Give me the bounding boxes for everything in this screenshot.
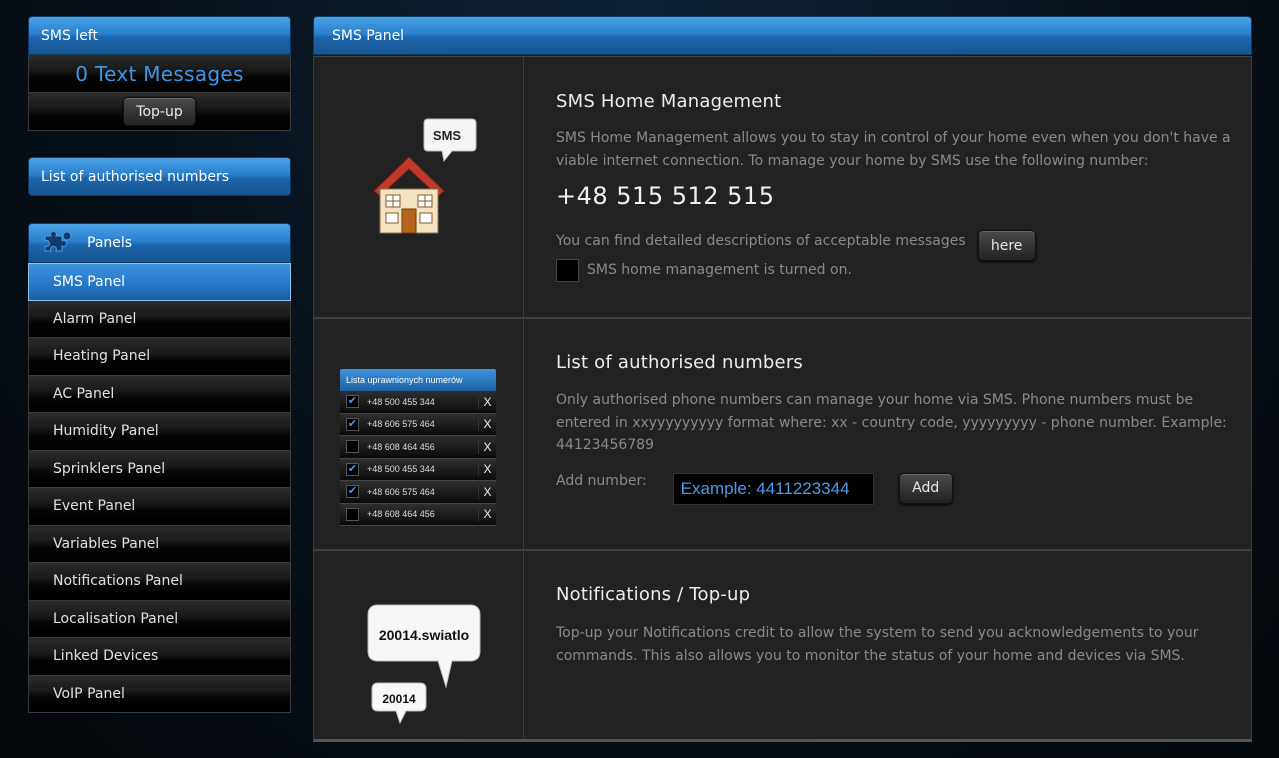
small-bubble-text: 20014: [382, 692, 416, 706]
illustration-row: ✔ +48 500 455 344 X: [340, 458, 496, 481]
illustration-row: ✔ +48 500 455 344 X: [340, 391, 496, 414]
authorised-numbers-link[interactable]: List of authorised numbers: [28, 157, 291, 196]
sms-count: 0 Text Messages: [28, 55, 291, 93]
checkmark-icon: ✔: [346, 485, 359, 499]
here-button[interactable]: here: [977, 230, 1036, 261]
authorised-numbers-section: Lista uprawnionych numerów ✔ +48 500 455 …: [313, 318, 1252, 550]
illustration-row: ✔ +48 606 575 464 X: [340, 413, 496, 436]
checkmark-icon: ✔: [346, 417, 359, 431]
details-text: You can find detailed descriptions of ac…: [556, 233, 966, 250]
house-sms-image: SMS: [314, 57, 524, 317]
nav-item-sms-panel[interactable]: SMS Panel: [28, 263, 291, 301]
checkmark-icon: ✔: [346, 395, 359, 409]
sms-panel-header: SMS Panel: [313, 16, 1252, 55]
large-bubble-text: 20014.swiatlo: [379, 627, 469, 643]
illustration-row: ✔ +48 606 575 464 X: [340, 481, 496, 504]
panels-header: Panels: [28, 223, 291, 263]
illustration-row-number: +48 500 455 344: [367, 464, 435, 475]
sms-management-status: SMS home management is turned on.: [587, 262, 852, 279]
notification-bubbles-image: 20014.swiatlo 20014: [314, 551, 524, 739]
topup-button[interactable]: Top-up: [123, 97, 196, 126]
nav-item-ac-panel[interactable]: AC Panel: [28, 375, 291, 413]
sms-left-header: SMS left: [28, 16, 291, 55]
numbers-list-image: Lista uprawnionych numerów ✔ +48 500 455 …: [314, 319, 524, 549]
nav-item-localisation-panel[interactable]: Localisation Panel: [28, 600, 291, 638]
sms-management-checkbox[interactable]: [556, 259, 579, 282]
sms-left-widget: SMS left 0 Text Messages Top-up: [28, 16, 291, 131]
delete-x-icon: X: [478, 484, 496, 499]
panels-title: Panels: [87, 235, 133, 251]
nav-item-alarm-panel[interactable]: Alarm Panel: [28, 300, 291, 338]
illustration-row-number: +48 606 575 464: [367, 419, 435, 430]
sms-panel: SMS Panel SMS SMS Home Management SMS Ho…: [313, 16, 1252, 744]
nav-item-notifications-panel[interactable]: Notifications Panel: [28, 563, 291, 601]
illustration-row-number: +48 608 464 456: [367, 441, 435, 452]
notifications-heading: Notifications / Top-up: [556, 584, 751, 605]
delete-x-icon: X: [478, 439, 496, 454]
sms-phone-number: +48 515 512 515: [556, 182, 775, 210]
empty-checkbox-icon: [346, 507, 359, 521]
chat-bubbles-icon: 20014.swiatlo 20014: [367, 604, 481, 725]
nav-item-linked-devices[interactable]: Linked Devices: [28, 638, 291, 676]
illustration-row: +48 608 464 456 X: [340, 503, 496, 526]
checkmark-icon: ✔: [346, 462, 359, 476]
nav-item-voip-panel[interactable]: VoIP Panel: [28, 675, 291, 713]
add-number-label: Add number:: [556, 472, 647, 489]
empty-checkbox-icon: [346, 440, 359, 454]
numbers-list-illustration-title: Lista uprawnionych numerów: [340, 369, 496, 391]
sms-bubble-text: SMS: [433, 128, 462, 143]
illustration-row-number: +48 606 575 464: [367, 486, 435, 497]
notifications-description: Top-up your Notifications credit to allo…: [556, 625, 1199, 664]
delete-x-icon: X: [478, 462, 496, 477]
add-number-input[interactable]: [672, 472, 874, 505]
nav-item-humidity-panel[interactable]: Humidity Panel: [28, 413, 291, 451]
nav-item-variables-panel[interactable]: Variables Panel: [28, 525, 291, 563]
house-icon: SMS: [373, 118, 477, 234]
illustration-row: +48 608 464 456 X: [340, 436, 496, 459]
nav-item-event-panel[interactable]: Event Panel: [28, 488, 291, 526]
notifications-topup-section: 20014.swiatlo 20014 Notifications / Top-…: [313, 550, 1252, 742]
home-management-section: SMS SMS Home Management SMS Home Managem…: [313, 56, 1252, 318]
panels-nav-list: SMS Panel Alarm Panel Heating Panel AC Pane…: [28, 263, 291, 713]
puzzle-icon: [41, 230, 73, 256]
delete-x-icon: X: [478, 417, 496, 432]
illustration-row-number: +48 608 464 456: [367, 509, 435, 520]
illustration-row-number: +48 500 455 344: [367, 396, 435, 407]
numbers-list-illustration: Lista uprawnionych numerów ✔ +48 500 455 …: [340, 369, 496, 526]
nav-item-heating-panel[interactable]: Heating Panel: [28, 338, 291, 376]
sms-panel-title: SMS Panel: [332, 27, 405, 44]
nav-item-sprinklers-panel[interactable]: Sprinklers Panel: [28, 450, 291, 488]
authorised-numbers-description: Only authorised phone numbers can manage…: [556, 392, 1227, 453]
home-management-description: SMS Home Management allows you to stay i…: [556, 130, 1231, 169]
add-number-button[interactable]: Add: [898, 472, 953, 504]
delete-x-icon: X: [478, 394, 496, 409]
topup-row: Top-up: [28, 93, 291, 131]
authorised-numbers-label: List of authorised numbers: [41, 168, 230, 185]
authorised-numbers-link-block: List of authorised numbers: [28, 157, 291, 196]
delete-x-icon: X: [478, 507, 496, 522]
panels-nav: Panels SMS Panel Alarm Panel Heating Panel…: [28, 223, 291, 713]
authorised-numbers-heading: List of authorised numbers: [556, 352, 804, 373]
home-management-heading: SMS Home Management: [556, 91, 782, 112]
sms-left-title: SMS left: [41, 27, 98, 44]
